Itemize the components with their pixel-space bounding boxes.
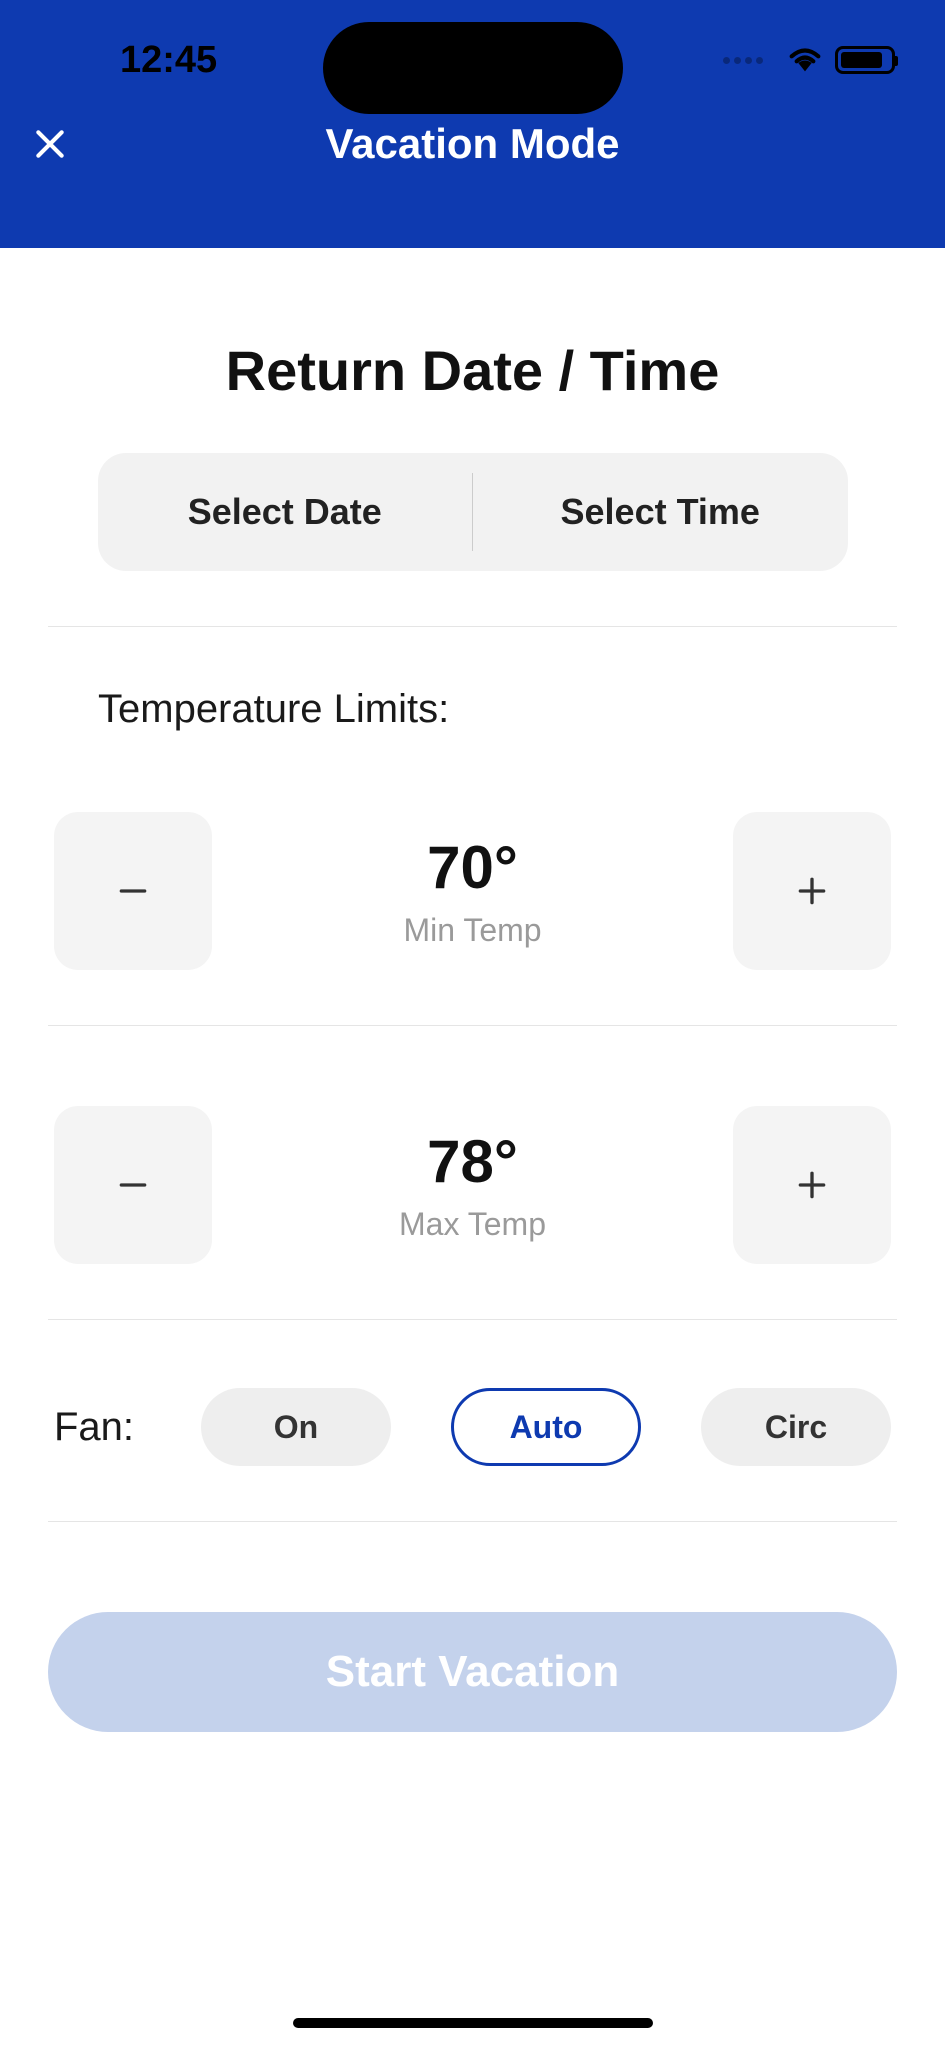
fan-row: Fan: On Auto Circ (48, 1388, 897, 1466)
select-time-button[interactable]: Select Time (473, 453, 848, 571)
page-title: Vacation Mode (325, 120, 619, 168)
min-temp-decrease-button[interactable] (54, 812, 212, 970)
fan-option-on[interactable]: On (201, 1388, 391, 1466)
max-temp-label: Max Temp (399, 1206, 546, 1243)
max-temp-display: 78° Max Temp (399, 1127, 546, 1243)
min-temp-display: 70° Min Temp (403, 833, 541, 949)
home-indicator[interactable] (293, 2018, 653, 2028)
min-temp-increase-button[interactable] (733, 812, 891, 970)
plus-icon (792, 871, 832, 911)
header: 12:45 Vacation Mode (0, 0, 945, 248)
fan-options: On Auto Circ (194, 1388, 891, 1466)
wifi-icon (785, 43, 825, 78)
divider (48, 626, 897, 627)
fan-label: Fan: (54, 1405, 134, 1450)
status-bar: 12:45 (0, 0, 945, 90)
close-icon[interactable] (30, 124, 70, 164)
plus-icon (792, 1165, 832, 1205)
temp-limits-label: Temperature Limits: (48, 687, 897, 732)
return-date-heading: Return Date / Time (48, 338, 897, 403)
fan-option-auto[interactable]: Auto (451, 1388, 641, 1466)
start-vacation-button[interactable]: Start Vacation (48, 1612, 897, 1732)
max-temp-increase-button[interactable] (733, 1106, 891, 1264)
fan-option-circ[interactable]: Circ (701, 1388, 891, 1466)
min-temp-label: Min Temp (403, 912, 541, 949)
status-icons (723, 43, 895, 78)
minus-icon (113, 871, 153, 911)
max-temp-row: 78° Max Temp (48, 1106, 897, 1264)
max-temp-decrease-button[interactable] (54, 1106, 212, 1264)
status-time: 12:45 (120, 39, 217, 82)
min-temp-value: 70° (403, 833, 541, 902)
content: Return Date / Time Select Date Select Ti… (0, 338, 945, 1732)
nav-bar: Vacation Mode (0, 90, 945, 198)
divider (48, 1319, 897, 1320)
date-time-selector: Select Date Select Time (98, 453, 848, 571)
signal-dots-icon (723, 57, 763, 64)
divider (48, 1521, 897, 1522)
min-temp-row: 70° Min Temp (48, 812, 897, 970)
minus-icon (113, 1165, 153, 1205)
battery-icon (835, 46, 895, 74)
divider (48, 1025, 897, 1026)
select-date-button[interactable]: Select Date (98, 453, 473, 571)
max-temp-value: 78° (399, 1127, 546, 1196)
